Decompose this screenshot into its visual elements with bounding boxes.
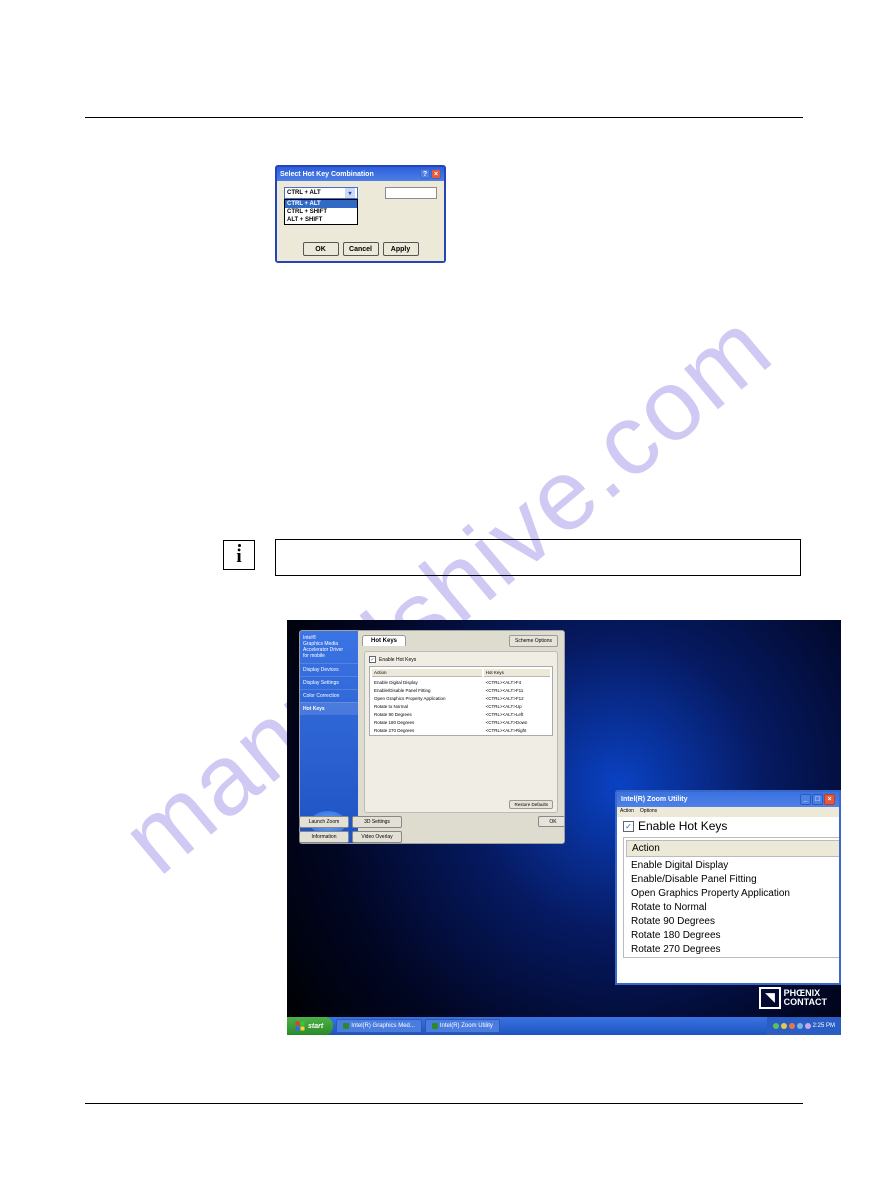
info-icon: i — [223, 540, 255, 570]
close-icon[interactable]: × — [824, 794, 835, 805]
taskbar: start Intel(R) Graphics Med... Intel(R) … — [287, 1017, 841, 1035]
enable-hotkeys-checkbox[interactable]: ✓ — [623, 821, 634, 832]
th-action: Action — [626, 840, 839, 857]
help-icon[interactable]: ? — [420, 169, 430, 179]
table-row[interactable]: Rotate to Normal — [626, 901, 839, 913]
dialog-title: Select Hot Key Combination — [280, 171, 374, 178]
table-row[interactable]: Rotate 180 Degrees<CTRL><ALT>Down — [372, 719, 550, 725]
tray-icon[interactable] — [781, 1023, 787, 1029]
table-row[interactable]: Rotate to Normal<CTRL><ALT>Up — [372, 703, 550, 709]
launch-zoom-button[interactable]: Launch Zoom — [299, 816, 349, 828]
table-row[interactable]: Rotate 90 Degrees<CTRL><ALT>Left — [372, 711, 550, 717]
rule-bottom — [85, 1103, 803, 1104]
table-row[interactable]: Rotate 180 Degrees — [626, 929, 839, 941]
minimize-icon[interactable]: _ — [800, 794, 811, 805]
phoenix-text-bottom: CONTACT — [784, 998, 827, 1007]
combo-value: CTRL + ALT — [287, 190, 321, 196]
close-icon[interactable]: × — [431, 169, 441, 179]
table-row[interactable]: Open Graphics Property Application — [626, 887, 839, 899]
intel-graphics-window: ? × Intel® Graphics Media Accelerator Dr… — [299, 630, 565, 844]
tray-icon[interactable] — [797, 1023, 803, 1029]
th-hotkeys: Hot Keys — [484, 669, 550, 677]
table-row[interactable]: Rotate 90 Degrees — [626, 915, 839, 927]
table-row[interactable]: Enable/Disable Panel Fitting<CTRL><ALT>F… — [372, 687, 550, 693]
modifier-combo[interactable]: CTRL + ALT ▾ — [284, 187, 358, 199]
table-row[interactable]: Open Graphics Property Application<CTRL>… — [372, 695, 550, 701]
start-button[interactable]: start — [287, 1017, 333, 1035]
enable-hotkeys-label: Enable Hot Keys — [379, 657, 416, 663]
hotkeys-table: Action Hot Keys Enable Digital Display<C… — [369, 666, 553, 736]
phoenix-mark-icon — [759, 987, 781, 1009]
3d-settings-button[interactable]: 3D Settings — [352, 816, 402, 828]
select-hotkey-dialog: Select Hot Key Combination ? × CTRL + AL… — [275, 165, 446, 263]
ok-button[interactable]: OK — [303, 242, 339, 256]
zoom-action-table: Action Enable Digital Display Enable/Dis… — [623, 837, 839, 958]
zoom-titlebar: Intel(R) Zoom Utility _ □ × — [617, 792, 839, 807]
tray-icon[interactable] — [789, 1023, 795, 1029]
taskbar-item[interactable]: Intel(R) Graphics Med... — [336, 1019, 422, 1033]
table-row[interactable]: Enable Digital Display<CTRL><ALT>F4 — [372, 679, 550, 685]
menu-action[interactable]: Action — [620, 808, 634, 816]
dialog-titlebar: Select Hot Key Combination ? × — [277, 167, 444, 181]
tray-icon[interactable] — [805, 1023, 811, 1029]
enable-hotkeys-label: Enable Hot Keys — [638, 819, 727, 833]
intel-brand-text: Intel® Graphics Media Accelerator Driver… — [300, 631, 358, 663]
table-row[interactable]: Enable Digital Display — [626, 859, 839, 871]
chevron-down-icon: ▾ — [345, 188, 355, 198]
sidebar-item-display-devices[interactable]: Display Devices — [300, 663, 358, 676]
zoom-menubar: Action Options — [617, 807, 839, 817]
th-action: Action — [372, 669, 482, 677]
restore-defaults-button[interactable]: Restore Defaults — [509, 800, 553, 809]
table-row[interactable]: Rotate 270 Degrees — [626, 943, 839, 955]
tab-hot-keys[interactable]: Hot Keys — [362, 635, 406, 646]
taskbar-item[interactable]: Intel(R) Zoom Utility — [425, 1019, 500, 1033]
menu-options[interactable]: Options — [640, 808, 657, 816]
sidebar-item-display-settings[interactable]: Display Settings — [300, 676, 358, 689]
windows-logo-icon — [295, 1021, 305, 1031]
cancel-button[interactable]: Cancel — [343, 242, 379, 256]
clock: 2:25 PM — [813, 1023, 835, 1029]
table-row[interactable]: Enable/Disable Panel Fitting — [626, 873, 839, 885]
modifier-listbox[interactable]: CTRL + ALT CTRL + SHIFT ALT + SHIFT — [284, 199, 358, 225]
list-item[interactable]: ALT + SHIFT — [285, 216, 357, 224]
maximize-icon[interactable]: □ — [812, 794, 823, 805]
enable-hotkeys-checkbox[interactable]: ✓ — [369, 656, 376, 663]
start-label: start — [308, 1023, 323, 1030]
key-field[interactable] — [385, 187, 437, 199]
system-tray[interactable]: 2:25 PM — [767, 1017, 841, 1035]
phoenix-contact-logo: PHŒNIX CONTACT — [759, 987, 827, 1009]
hotkeys-panel: ✓ Enable Hot Keys Action Hot Keys Enable… — [364, 651, 558, 813]
apply-button[interactable]: Apply — [383, 242, 419, 256]
video-overlay-button[interactable]: Video Overlay — [352, 831, 402, 843]
list-item[interactable]: CTRL + SHIFT — [285, 208, 357, 216]
zoom-utility-window: Intel(R) Zoom Utility _ □ × Action Optio… — [615, 790, 841, 985]
sidebar-item-hot-keys[interactable]: Hot Keys — [300, 702, 358, 715]
sidebar-item-color-correction[interactable]: Color Correction — [300, 689, 358, 702]
intel-sidebar: Intel® Graphics Media Accelerator Driver… — [300, 631, 358, 843]
information-button[interactable]: Information — [299, 831, 349, 843]
app-icon — [432, 1023, 438, 1029]
zoom-title: Intel(R) Zoom Utility — [621, 796, 688, 803]
info-frame — [275, 539, 801, 576]
tray-icon[interactable] — [773, 1023, 779, 1029]
table-row[interactable]: Rotate 270 Degrees<CTRL><ALT>Right — [372, 727, 550, 733]
list-item[interactable]: CTRL + ALT — [285, 200, 357, 208]
scheme-options-button[interactable]: Scheme Options — [509, 635, 558, 647]
rule-top — [85, 117, 803, 118]
desktop-screenshot: ? × Intel® Graphics Media Accelerator Dr… — [287, 620, 841, 1035]
app-icon — [343, 1023, 349, 1029]
info-glyph: i — [236, 546, 241, 568]
